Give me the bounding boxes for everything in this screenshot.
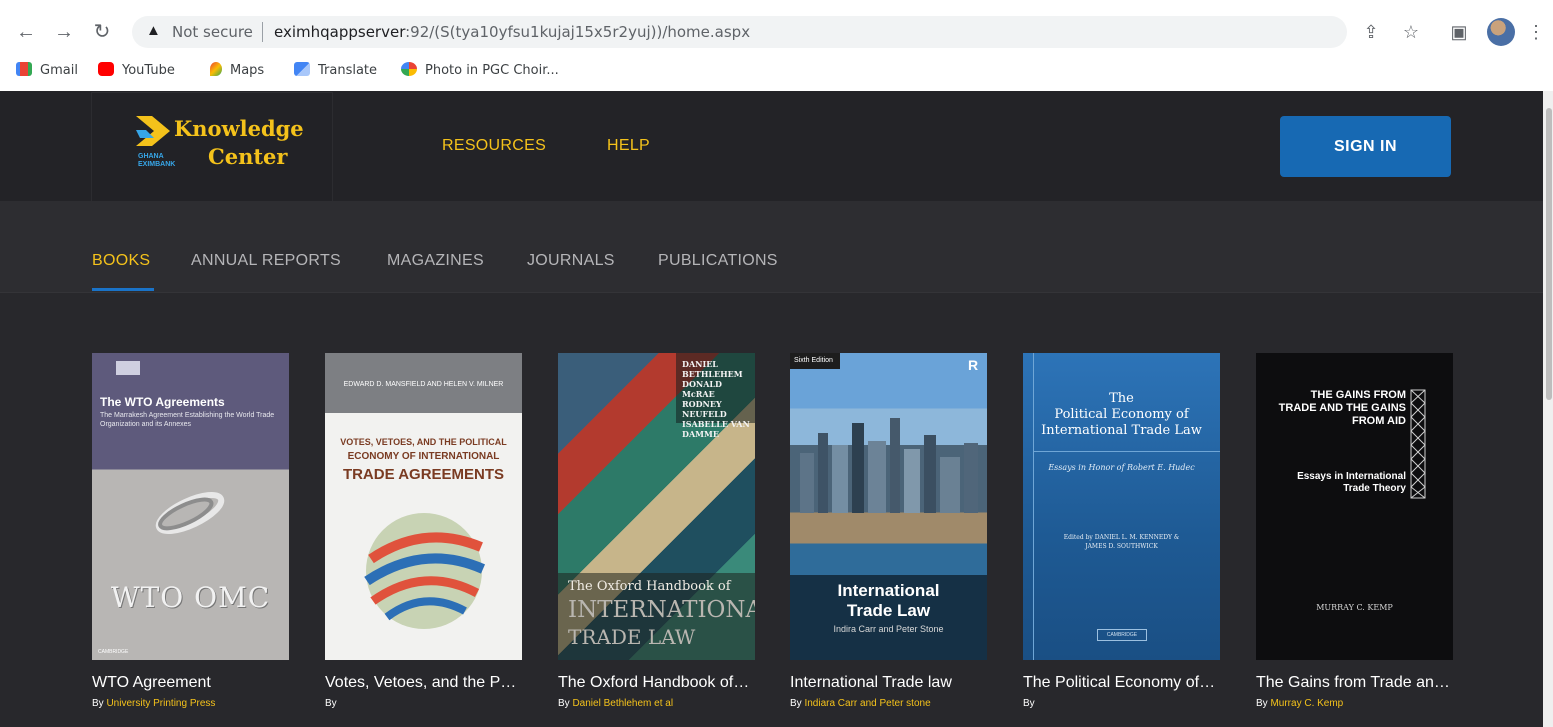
site-header: Knowledge Center GHANA EXIMBANK RESOURCE… — [0, 91, 1543, 201]
photos-pinwheel-icon — [401, 62, 417, 76]
page-content: Knowledge Center GHANA EXIMBANK RESOURCE… — [0, 91, 1553, 727]
cover-line3: International Trade Law — [1041, 423, 1202, 438]
security-label: Not secure — [172, 23, 253, 41]
cover-subtitle: Essays in International Trade Theory — [1297, 471, 1406, 494]
book-cover[interactable]: EDWARD D. MANSFIELD AND HELEN V. MILNER … — [325, 353, 522, 660]
side-panel-icon[interactable]: ▣ — [1446, 18, 1472, 46]
logo-subtext: GHANA EXIMBANK — [138, 153, 176, 168]
book-title[interactable]: Votes, Vetoes, and the Political Economy… — [325, 674, 520, 692]
bookmark-gmail[interactable]: Gmail — [16, 58, 78, 84]
book-cover[interactable]: DANIEL BETHLEHEM DONALD McRAE RODNEY NEU… — [558, 353, 755, 660]
book-cover[interactable]: Sixth Edition R International Trade Law … — [790, 353, 987, 660]
tab-publications[interactable]: PUBLICATIONS — [658, 252, 778, 270]
profile-avatar[interactable] — [1487, 18, 1515, 46]
cover-line1: THE GAINS FROM TRADE AND THE GAINS FROM … — [1278, 389, 1406, 427]
book-cover[interactable]: The WTO Agreements The Marrakesh Agreeme… — [92, 353, 289, 660]
cover-line3: TRADE AGREEMENTS — [342, 466, 505, 483]
bookmark-star-icon[interactable]: ☆ — [1398, 18, 1424, 46]
bookmark-maps[interactable]: Maps — [210, 58, 264, 84]
book-title[interactable]: WTO Agreement — [92, 674, 292, 692]
tab-books[interactable]: BOOKS — [92, 252, 150, 270]
cover-line1: VOTES, VETOES, AND THE POLITICAL — [340, 437, 507, 447]
city-skyline-icon — [800, 418, 978, 513]
url-text: eximhqappserver:92/(S(tya10yfsu1kujaj15x… — [274, 23, 751, 41]
cover-heading: The WTO Agreements — [100, 395, 225, 409]
cover-authors: EDWARD D. MANSFIELD AND HELEN V. MILNER — [343, 381, 504, 388]
book-author: By University Printing Press — [92, 698, 216, 709]
cover-line2: INTERNATIONAL — [568, 597, 755, 623]
book-author: By — [1023, 698, 1035, 709]
address-separator — [262, 22, 263, 42]
book-title[interactable]: The Political Economy of International T… — [1023, 674, 1218, 692]
book-cover[interactable]: The Political Economy of International T… — [1023, 353, 1220, 660]
cover-divider — [1033, 451, 1220, 452]
forward-arrow-icon[interactable]: → — [52, 18, 76, 46]
address-row: ← → ↻ ▲ Not secure eximhqappserver:92/(S… — [0, 14, 1553, 50]
warning-icon: ▲ — [146, 22, 161, 39]
cover-author: MURRAY C. KEMP — [1316, 603, 1393, 612]
active-tab-indicator — [92, 288, 154, 291]
cover-line1: International — [837, 581, 940, 600]
browser-toolbar: ← → ↻ ▲ Not secure eximhqappserver:92/(S… — [0, 0, 1553, 91]
tab-annual-reports[interactable]: ANNUAL REPORTS — [191, 252, 341, 270]
cover-publisher: CAMBRIDGE — [1097, 629, 1147, 641]
book-cover[interactable]: THE GAINS FROM TRADE AND THE GAINS FROM … — [1256, 353, 1453, 660]
share-icon[interactable]: ⇪ — [1358, 18, 1384, 46]
sign-in-button[interactable]: SIGN IN — [1280, 116, 1451, 177]
bookmarks-bar: Gmail YouTube Maps Translate Photo in PG… — [0, 58, 1553, 84]
menu-kebab-icon[interactable]: ⋮ — [1523, 18, 1549, 46]
cover-line1: The Oxford Handbook of — [568, 579, 731, 594]
logo-arrow-icon — [136, 116, 170, 146]
cover-editors: DANIEL BETHLEHEM DONALD McRAE RODNEY NEU… — [682, 359, 750, 439]
cover-editors: Edited by DANIEL L. M. KENNEDY & JAMES D… — [1063, 534, 1180, 550]
globe-swirl-icon — [364, 513, 486, 629]
wto-logo-icon — [116, 361, 140, 375]
bookmark-youtube[interactable]: YouTube — [98, 58, 175, 84]
address-bar[interactable]: ▲ Not secure eximhqappserver:92/(S(tya10… — [132, 16, 1347, 48]
cover-pattern-icon — [1410, 389, 1426, 499]
book-author: By Murray C. Kemp — [1256, 698, 1344, 709]
gmail-icon — [16, 62, 32, 76]
book-author: By Indiara Carr and Peter stone — [790, 698, 931, 709]
cover-line1: The — [1109, 391, 1134, 406]
translate-icon — [294, 62, 310, 76]
book-grid: The WTO Agreements The Marrakesh Agreeme… — [0, 293, 1543, 727]
back-arrow-icon[interactable]: ← — [14, 18, 38, 46]
tab-magazines[interactable]: MAGAZINES — [387, 252, 484, 270]
book-title[interactable]: International Trade law — [790, 674, 990, 692]
cover-logo-text: WTO OMC — [110, 581, 271, 614]
youtube-icon — [98, 62, 114, 76]
reload-icon[interactable]: ↻ — [90, 18, 114, 46]
globe-rings-icon — [155, 491, 225, 535]
scrollbar-thumb[interactable] — [1546, 108, 1552, 400]
cover-line2: ECONOMY OF INTERNATIONAL — [347, 451, 500, 462]
nav-help[interactable]: HELP — [607, 137, 650, 155]
cover-subtitle: The Marrakesh Agreement Establishing the… — [100, 412, 275, 428]
cover-line3: TRADE LAW — [568, 625, 696, 649]
book-author: By Daniel Bethlehem et al — [558, 698, 674, 709]
site-logo[interactable]: Knowledge Center GHANA EXIMBANK — [92, 93, 332, 201]
maps-pin-icon — [210, 62, 222, 76]
cover-publisher: CAMBRIDGE — [98, 649, 129, 655]
book-title[interactable]: The Gains from Trade and the Gains from … — [1256, 674, 1451, 692]
bookmark-photo[interactable]: Photo in PGC Choir... — [401, 58, 559, 84]
cover-edition: Sixth Edition — [790, 353, 840, 369]
book-author: By — [325, 698, 337, 709]
routledge-r-icon: R — [968, 357, 979, 373]
cover-line2: Trade Law — [846, 601, 931, 620]
cover-line2: Political Economy of — [1054, 407, 1189, 422]
tab-journals[interactable]: JOURNALS — [527, 252, 615, 270]
bookmark-translate[interactable]: Translate — [294, 58, 377, 84]
category-tabs: BOOKS ANNUAL REPORTS MAGAZINES JOURNALS … — [0, 201, 1543, 293]
nav-resources[interactable]: RESOURCES — [442, 137, 546, 155]
logo-text: Knowledge Center — [174, 116, 304, 169]
book-title[interactable]: The Oxford Handbook of International Tra… — [558, 674, 753, 692]
cover-subtitle: Essays in Honor of Robert E. Hudec — [1048, 463, 1195, 472]
cover-authors: Indira Carr and Peter Stone — [833, 624, 944, 634]
